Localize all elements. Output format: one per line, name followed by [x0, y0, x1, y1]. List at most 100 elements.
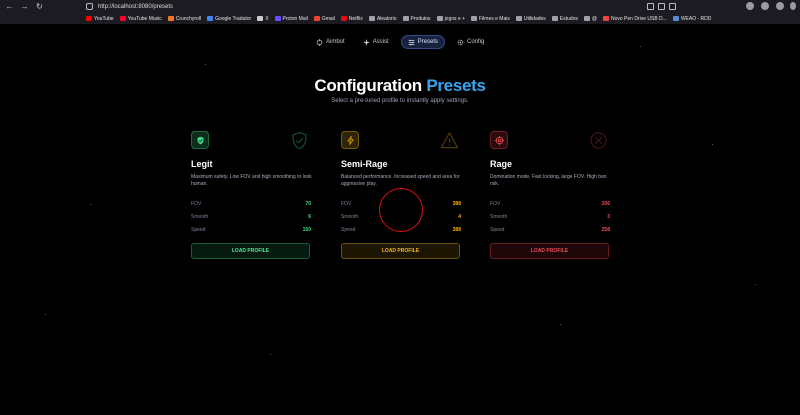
- bookmark-item[interactable]: Netflix: [340, 15, 363, 22]
- bookmark-item[interactable]: Proton Mail: [274, 15, 308, 22]
- bookmark-favicon-icon: [368, 16, 375, 21]
- title-accent: Presets: [426, 76, 486, 95]
- bookmark-label: Gmail: [321, 15, 335, 22]
- tab-aimbot[interactable]: Aimbot: [310, 35, 351, 49]
- bookmark-favicon-icon: [167, 16, 174, 21]
- bookmark-favicon-icon: [313, 16, 320, 21]
- tab-assist[interactable]: Assist: [357, 35, 395, 49]
- stat-label: Smooth: [191, 214, 209, 220]
- stat-label: Speed: [341, 227, 356, 233]
- bookmark-label: X: [265, 15, 269, 22]
- url-text[interactable]: http://localhost:8080/presets: [98, 4, 173, 10]
- bookmark-item[interactable]: Aleatorio: [368, 15, 397, 22]
- bookmark-item[interactable]: Novo Pen Drive USB D...: [602, 15, 667, 22]
- stat-label: FOV: [490, 201, 501, 207]
- bookmark-label: Google Tradutor: [215, 15, 252, 22]
- bookmark-favicon-icon: [274, 16, 281, 21]
- shield-icon: [191, 131, 209, 149]
- stat-value: 258: [601, 227, 610, 233]
- load-profile-button[interactable]: LOAD PROFILE: [341, 243, 460, 259]
- sliders-icon: [408, 39, 415, 46]
- stat-row-fov: FOV 70: [191, 201, 311, 207]
- stat-label: FOV: [191, 201, 202, 207]
- bookmark-item[interactable]: jogos e +: [436, 15, 465, 22]
- page-subtitle: Select a pre-tuned profile to instantly …: [331, 98, 469, 104]
- stat-row-speed: Speed 150: [191, 227, 311, 233]
- load-profile-button[interactable]: LOAD PROFILE: [490, 243, 609, 259]
- stat-value: 6: [308, 214, 311, 220]
- stat-value: 388: [452, 201, 461, 207]
- translate-icon[interactable]: [658, 3, 665, 10]
- tab-label: Config: [467, 39, 485, 45]
- reload-icon[interactable]: ↻: [34, 1, 45, 12]
- card-watermark-icon: [290, 131, 309, 150]
- bookmarks-bar: YouTube YouTube Music Crunchyroll Google Tr…: [86, 13, 711, 24]
- tab-label: Assist: [372, 39, 389, 45]
- stat-label: Speed: [490, 227, 505, 233]
- tab-config[interactable]: Config: [451, 35, 490, 49]
- forward-icon[interactable]: →: [19, 1, 30, 12]
- stat-row-speed: Speed 258: [490, 227, 610, 233]
- bookmark-favicon-icon: [471, 16, 477, 21]
- stat-value: 388: [452, 227, 461, 233]
- back-icon[interactable]: ←: [4, 1, 15, 12]
- bookmark-item[interactable]: X: [257, 15, 269, 22]
- bookmark-item[interactable]: Utilidades: [515, 15, 546, 22]
- preset-card-legit: Legit Maximum safety. Low FOV and high sm…: [191, 131, 312, 261]
- bookmark-label: Novo Pen Drive USB D...: [610, 15, 667, 22]
- bookmark-label: Utilidades: [523, 15, 546, 22]
- stat-value: 206: [601, 201, 610, 207]
- bookmark-item[interactable]: Google Tradutor: [207, 16, 251, 22]
- tab-label: Aimbot: [326, 39, 345, 45]
- bookmark-item[interactable]: @: [583, 15, 597, 22]
- stat-label: Smooth: [341, 214, 359, 220]
- bookmark-favicon-icon: [602, 16, 609, 21]
- lightning-icon: [341, 131, 359, 149]
- preset-card-rage: Rage Domination mode. Fast locking, large…: [490, 131, 610, 261]
- bookmark-label: @: [591, 15, 597, 22]
- bookmark-item[interactable]: WEAO - RDD: [672, 16, 711, 22]
- stat-value: 150: [302, 227, 311, 233]
- bookmark-item[interactable]: YouTube: [86, 16, 114, 22]
- bookmark-label: YouTube: [94, 15, 114, 22]
- profile-icon[interactable]: [746, 2, 754, 10]
- menu-icon[interactable]: [790, 2, 796, 10]
- bookmark-item[interactable]: YouTube Music: [119, 16, 162, 22]
- reader-view-icon[interactable]: [647, 3, 654, 10]
- bookmark-star-icon[interactable]: [669, 3, 676, 10]
- stat-row-fov: FOV 206: [490, 201, 610, 207]
- bookmark-item[interactable]: Filmes e Mais: [471, 16, 510, 22]
- stat-value: 3: [607, 214, 610, 220]
- bookmark-item[interactable]: Estudos: [551, 15, 578, 22]
- address-bar[interactable]: http://localhost:8080/presets: [86, 1, 676, 12]
- stat-label: FOV: [341, 201, 352, 207]
- bookmark-label: Aleatorio: [376, 15, 397, 22]
- title-main: Configuration: [314, 76, 422, 95]
- bookmark-label: Estudos: [559, 15, 578, 22]
- stat-label: Speed: [191, 227, 206, 233]
- bookmark-favicon-icon: [119, 16, 126, 21]
- stat-label: Smooth: [490, 214, 508, 220]
- target-icon: [490, 131, 508, 149]
- page-title: Configuration Presets: [0, 76, 800, 96]
- crosshair-icon: [316, 38, 323, 46]
- bookmark-label: Proton Mail: [282, 15, 308, 22]
- stat-row-smooth: Smooth 6: [191, 214, 311, 220]
- bookmark-label: Produtos: [410, 15, 431, 22]
- extension-icon[interactable]: [761, 2, 769, 10]
- bookmark-item[interactable]: Produtos: [402, 15, 431, 22]
- bookmark-label: jogos e +: [444, 15, 465, 22]
- stat-value: 4: [458, 214, 461, 220]
- bookmark-item[interactable]: Gmail: [313, 15, 335, 22]
- bookmark-label: Filmes e Mais: [479, 15, 510, 22]
- bookmark-item[interactable]: Crunchyroll: [167, 16, 201, 22]
- load-profile-button[interactable]: LOAD PROFILE: [191, 243, 310, 259]
- bookmark-label: Netflix: [348, 15, 363, 22]
- bookmark-favicon-icon: [86, 16, 92, 21]
- tab-presets[interactable]: Presets: [400, 35, 446, 49]
- sparkle-icon: [362, 38, 370, 46]
- preset-description: Balanced performance. Increased speed an…: [341, 174, 460, 187]
- site-info-icon[interactable]: [86, 3, 93, 10]
- extensions-menu-icon[interactable]: [776, 2, 784, 10]
- bookmark-favicon-icon: [340, 16, 347, 21]
